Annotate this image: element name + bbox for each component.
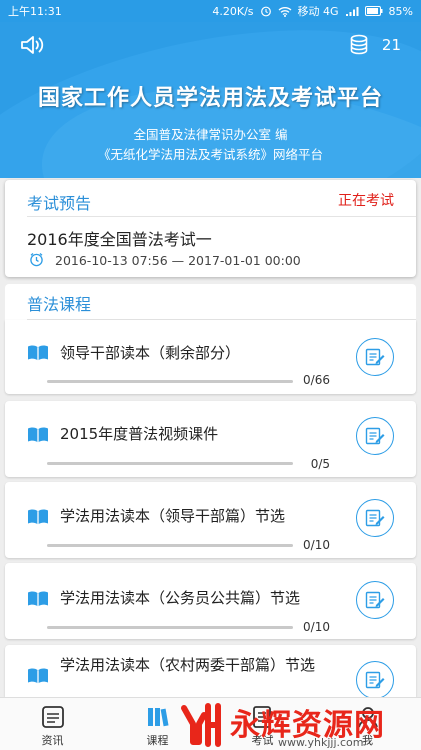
course-item[interactable]: 学法用法读本（领导干部篇）节选 0/10 — [5, 482, 416, 558]
book-icon — [28, 591, 48, 607]
course-progress-label: 0/10 — [303, 538, 330, 552]
course-exercise-button[interactable] — [356, 417, 394, 455]
site-watermark: 永辉资源网 www.yhkjjj.com — [178, 700, 421, 750]
news-icon — [42, 706, 64, 728]
course-progress-bar — [47, 462, 293, 465]
course-progress-bar — [47, 544, 293, 547]
exam-preview-card[interactable]: 考试预告 正在考试 2016年度全国普法考试一 2016-10-13 07:56… — [5, 180, 416, 277]
course-title: 学法用法读本（领导干部篇）节选 — [60, 507, 286, 525]
platform-line: 《无纸化学法用法及考试系统》网络平台 — [97, 147, 323, 162]
edit-note-icon — [365, 509, 385, 527]
courses-section-header: 普法课程 — [5, 284, 416, 320]
page-title: 国家工作人员学法用法及考试平台 — [37, 86, 383, 111]
tab-label: 资讯 — [41, 734, 64, 747]
exam-name: 2016年度全国普法考试一 — [27, 230, 212, 249]
course-icon — [148, 708, 169, 727]
course-item[interactable]: 2015年度普法视频课件 0/5 — [5, 401, 416, 477]
course-exercise-button[interactable] — [356, 499, 394, 537]
courses-label: 普法课程 — [27, 295, 92, 314]
book-icon — [28, 427, 48, 443]
status-time: 上午11:31 — [8, 5, 62, 18]
course-progress-bar — [47, 380, 293, 383]
course-exercise-button[interactable] — [356, 581, 394, 619]
course-title: 学法用法读本（农村两委干部篇）节选 — [60, 656, 316, 674]
course-item[interactable]: 学法用法读本（农村两委干部篇）节选 — [5, 645, 416, 699]
publisher-line: 全国普及法律常识办公室 编 — [133, 127, 288, 142]
course-item[interactable]: 领导干部读本（剩余部分） 0/66 — [5, 320, 416, 394]
battery-icon — [364, 6, 383, 16]
course-progress-bar — [47, 626, 293, 629]
tab-news[interactable]: 资讯 — [0, 698, 105, 750]
course-title: 领导干部读本（剩余部分） — [60, 344, 241, 362]
exam-time-range: 2016-10-13 07:56 — 2017-01-01 00:00 — [55, 253, 301, 268]
course-title: 2015年度普法视频课件 — [60, 425, 219, 443]
course-exercise-button[interactable] — [356, 661, 394, 699]
watermark-url: www.yhkjjj.com — [278, 736, 364, 749]
wifi-icon — [278, 6, 291, 17]
coin-stack-icon[interactable] — [349, 34, 369, 56]
alarm-icon — [260, 6, 271, 17]
watermark-logo-icon — [181, 703, 221, 747]
course-progress-label: 0/66 — [303, 373, 330, 387]
book-icon — [28, 509, 48, 525]
book-icon — [28, 345, 48, 361]
clock-icon — [30, 253, 43, 267]
course-item[interactable]: 学法用法读本（公务员公共篇）节选 0/10 — [5, 563, 416, 639]
status-bar: 上午11:31 4.20K/s 移动 4G 85% — [0, 0, 421, 22]
course-title: 学法用法读本（公务员公共篇）节选 — [60, 589, 301, 607]
book-icon — [28, 668, 48, 684]
course-progress-label: 0/5 — [310, 457, 330, 471]
edit-note-icon — [365, 671, 385, 689]
edit-note-icon — [365, 591, 385, 609]
exam-preview-label: 考试预告 — [27, 194, 92, 213]
course-progress-label: 0/10 — [303, 620, 330, 634]
course-exercise-button[interactable] — [356, 338, 394, 376]
network-speed: 4.20K/s — [212, 4, 254, 18]
edit-note-icon — [365, 427, 385, 445]
battery-level: 85% — [388, 4, 413, 18]
edit-note-icon — [365, 348, 385, 366]
exam-status-badge: 正在考试 — [338, 193, 394, 209]
speaker-icon[interactable] — [20, 34, 46, 56]
carrier-label: 移动 4G — [297, 5, 339, 18]
divider — [27, 216, 416, 217]
coin-count[interactable]: 21 — [382, 36, 401, 54]
signal-icon — [345, 6, 359, 16]
app-header: 21 国家工作人员学法用法及考试平台 全国普及法律常识办公室 编 《无纸化学法用… — [0, 22, 421, 178]
